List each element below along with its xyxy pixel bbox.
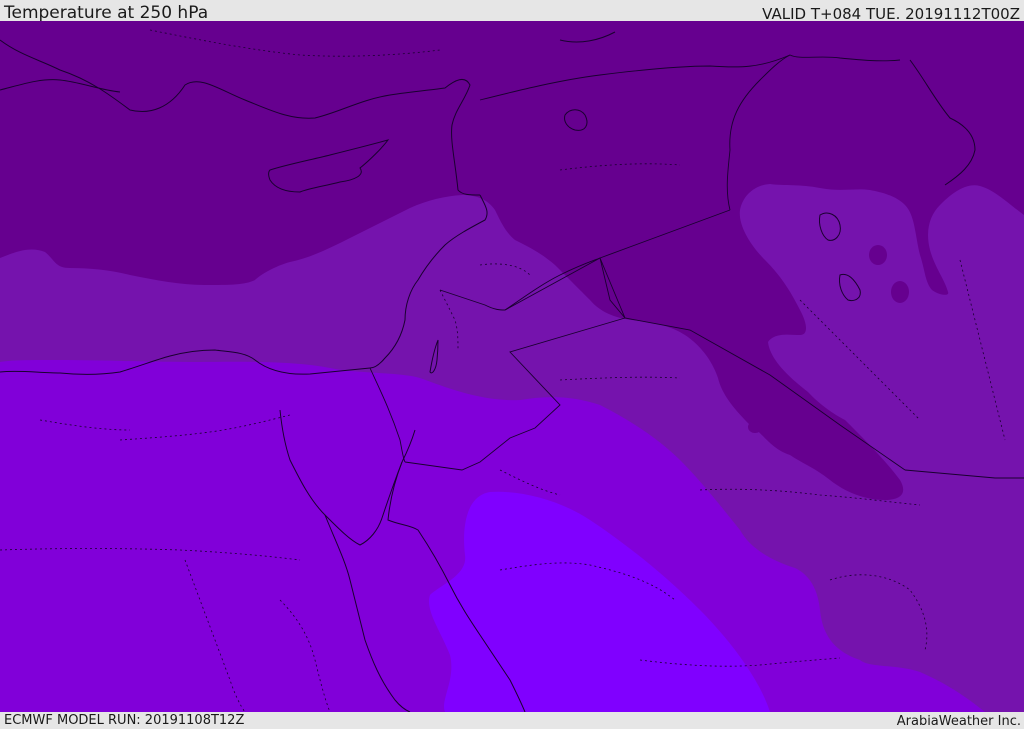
lake-habbaniyah: [891, 281, 909, 303]
temperature-map: [0, 21, 1024, 712]
map-canvas: [0, 21, 1024, 712]
lake-razzaza: [748, 421, 762, 433]
model-run-label: ECMWF MODEL RUN: 20191108T12Z: [4, 713, 245, 728]
map-title: Temperature at 250 hPa: [4, 3, 209, 23]
forecast-map-frame: Temperature at 250 hPa VALID T+084 TUE. …: [0, 0, 1024, 729]
header-bar: Temperature at 250 hPa VALID T+084 TUE. …: [0, 0, 1024, 23]
footer-bar: ECMWF MODEL RUN: 20191108T12Z ArabiaWeat…: [0, 712, 1024, 729]
lake-tharthar: [869, 245, 887, 265]
credit-label: ArabiaWeather Inc.: [896, 714, 1021, 729]
